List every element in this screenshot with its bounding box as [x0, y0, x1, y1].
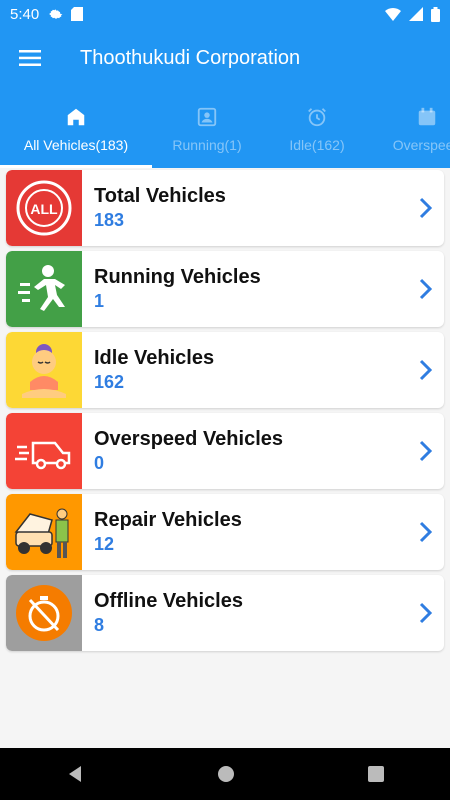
vehicle-tabs: All Vehicles(183) Running(1) Idle(162) O… [0, 88, 450, 168]
tab-idle[interactable]: Idle(162) [262, 88, 372, 168]
chevron-right-icon [419, 278, 433, 300]
category-label: Overspeed Vehicles [94, 428, 284, 450]
tab-running[interactable]: Running(1) [152, 88, 262, 168]
all-badge-text: ALL [30, 201, 58, 217]
overspeed-vehicles-thumbnail [6, 413, 82, 489]
chevron-right-icon [419, 440, 433, 462]
alarm-clock-icon [308, 108, 326, 127]
app-bar: Thoothukudi Corporation [0, 28, 450, 88]
wifi-icon [385, 8, 401, 21]
app-title: Thoothukudi Corporation [80, 46, 301, 69]
signal-icon [409, 7, 423, 21]
status-bar: 5:40 [0, 0, 450, 28]
all-badge-icon: ALL [16, 180, 72, 236]
settings-gear-icon [49, 9, 63, 19]
list-item-offline-vehicles[interactable]: Offline Vehicles 8 [6, 575, 444, 651]
category-count: 183 [94, 210, 125, 230]
category-count: 12 [94, 534, 115, 554]
category-label: Idle Vehicles [94, 347, 215, 369]
status-time: 5:40 [10, 5, 40, 23]
tab-overspeed[interactable]: Overspeed [372, 88, 450, 168]
sd-card-icon [71, 7, 84, 21]
speeding-car-icon [15, 441, 71, 470]
chevron-right-icon [419, 197, 433, 219]
tab-label: Idle(162) [289, 137, 345, 153]
meditating-person-icon [22, 344, 66, 398]
offline-vehicles-thumbnail [6, 575, 82, 651]
portrait-icon [197, 107, 217, 127]
calendar-icon [418, 107, 436, 126]
back-icon[interactable] [66, 765, 84, 783]
idle-vehicles-thumbnail [6, 332, 82, 408]
total-vehicles-thumbnail: ALL [6, 170, 82, 246]
running-vehicles-thumbnail [6, 251, 82, 327]
menu-button[interactable] [0, 28, 60, 88]
category-label: Offline Vehicles [94, 590, 243, 612]
category-label: Total Vehicles [94, 185, 226, 207]
category-count: 0 [94, 453, 105, 473]
list-item-repair-vehicles[interactable]: Repair Vehicles 12 [6, 494, 444, 570]
tab-all-vehicles[interactable]: All Vehicles(183) [0, 88, 152, 168]
battery-icon [431, 6, 440, 22]
chevron-right-icon [419, 521, 433, 543]
recents-icon[interactable] [367, 766, 384, 782]
tab-label: Running(1) [172, 137, 242, 153]
system-navigation-bar [0, 748, 450, 800]
mechanic-repair-icon [14, 508, 69, 558]
home-icon [67, 108, 85, 126]
running-person-icon [18, 265, 65, 311]
category-label: Running Vehicles [94, 266, 261, 288]
list-item-overspeed-vehicles[interactable]: Overspeed Vehicles 0 [6, 413, 444, 489]
list-item-running-vehicles[interactable]: Running Vehicles 1 [6, 251, 444, 327]
tab-label: Overspeed [392, 137, 450, 153]
category-count: 162 [94, 372, 125, 392]
repair-vehicles-thumbnail [6, 494, 82, 570]
home-circle-icon[interactable] [217, 765, 235, 783]
chevron-right-icon [419, 602, 433, 624]
category-count: 8 [94, 615, 105, 635]
timer-off-icon [16, 585, 72, 641]
vehicle-category-list: ALL Total Vehicles 183 Running Vehicles … [6, 170, 444, 656]
hamburger-menu-icon [19, 50, 41, 66]
category-label: Repair Vehicles [94, 509, 242, 531]
category-count: 1 [94, 291, 105, 311]
list-item-total-vehicles[interactable]: ALL Total Vehicles 183 [6, 170, 444, 246]
chevron-right-icon [419, 359, 433, 381]
tab-label: All Vehicles(183) [23, 137, 129, 153]
list-item-idle-vehicles[interactable]: Idle Vehicles 162 [6, 332, 444, 408]
